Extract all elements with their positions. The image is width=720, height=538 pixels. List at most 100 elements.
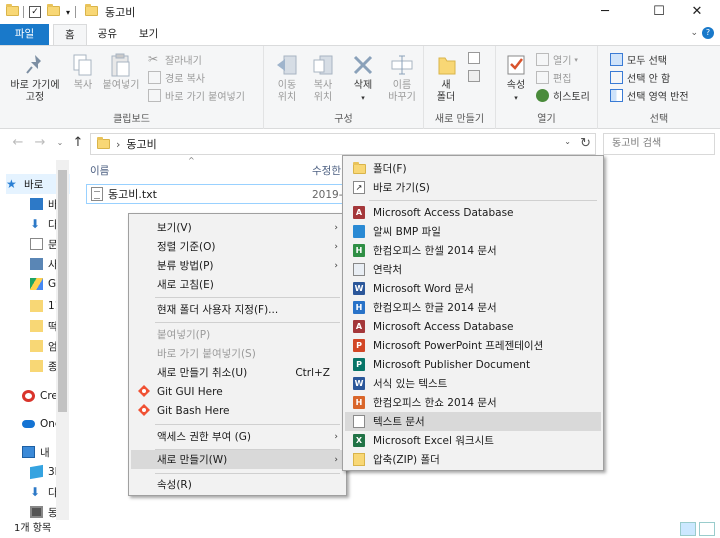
this-pc-icon xyxy=(22,446,35,458)
history-button[interactable]: 히스토리 xyxy=(536,87,590,104)
ribbon: 바로 가기에 고정 복사 붙여넣기 ✂ 잘라내기 경로 복사 바로 가기 붙여넣… xyxy=(0,45,720,129)
ribbon-expand-icon[interactable]: ⌄ xyxy=(690,28,698,38)
nav-scrollbar[interactable] xyxy=(56,160,69,520)
submenu-item-label: Microsoft Word 문서 xyxy=(373,283,474,295)
copy-button[interactable]: 복사 xyxy=(68,52,98,92)
submenu-item-hancell[interactable]: H 한컴오피스 한셀 2014 문서 xyxy=(345,241,601,260)
new-item-icon[interactable] xyxy=(468,52,480,64)
document-icon xyxy=(30,238,43,250)
submenu-item-label: Microsoft PowerPoint 프레젠테이션 xyxy=(373,340,544,352)
nav-item-this-pc[interactable]: 내 xyxy=(22,442,50,462)
properties-button[interactable]: 속성 ▾ xyxy=(500,52,532,104)
menu-item-view[interactable]: 보기(V) › xyxy=(131,218,344,237)
rename-button[interactable]: 이름 바꾸기 xyxy=(382,52,422,104)
submenu-item-zip[interactable]: 압축(ZIP) 폴더 xyxy=(345,450,601,469)
alsee-bmp-icon xyxy=(353,225,365,238)
copy-to-button[interactable]: 복사 위치 xyxy=(306,52,340,104)
select-none-button[interactable]: 선택 안 함 xyxy=(610,69,670,86)
submenu-item-folder[interactable]: 폴더(F) xyxy=(345,159,601,178)
menu-item-paste-shortcut[interactable]: 바로 가기 붙여넣기(S) xyxy=(131,344,344,363)
submenu-item-hwp[interactable]: H 한컴오피스 한글 2014 문서 xyxy=(345,298,601,317)
column-header-date[interactable]: 수정한 xyxy=(312,163,341,178)
paste-button[interactable]: 붙여넣기 xyxy=(100,52,142,92)
nav-item-folder-4[interactable]: 종 xyxy=(30,356,58,376)
nav-item-folder-3[interactable]: 엄 xyxy=(30,336,58,356)
pin-to-quick-access-button[interactable]: 바로 가기에 고정 xyxy=(4,52,66,104)
status-bar: 1개 항목 xyxy=(0,520,720,538)
tab-home[interactable]: 홈 xyxy=(53,24,87,45)
nav-item-documents[interactable]: 문 xyxy=(30,234,58,254)
submenu-item-contact[interactable]: 연락처 xyxy=(345,260,601,279)
nav-item-folder-2[interactable]: 떡 xyxy=(30,316,58,336)
copy-path-button[interactable]: 경로 복사 xyxy=(148,69,205,86)
submenu-item-powerpoint[interactable]: P Microsoft PowerPoint 프레젠테이션 xyxy=(345,336,601,355)
nav-item-downloads[interactable]: ⬇ 다 xyxy=(30,214,58,234)
forward-arrow-icon[interactable]: → xyxy=(32,135,48,151)
delete-button[interactable]: 삭제 ▾ xyxy=(346,52,380,104)
address-bar[interactable]: › 동고비 ⌄ ↻ xyxy=(90,133,596,155)
nav-item-creative-cloud[interactable]: Cre xyxy=(22,386,58,406)
refresh-icon[interactable]: ↻ xyxy=(580,136,591,151)
list-item[interactable]: 동고비.txt xyxy=(86,184,350,204)
nav-item-3d-objects[interactable]: 3I xyxy=(30,462,58,482)
select-all-button[interactable]: 모두 선택 xyxy=(610,51,667,68)
zip-folder-icon xyxy=(353,453,365,466)
invert-selection-button[interactable]: 선택 영역 반전 xyxy=(610,87,689,104)
tab-view[interactable]: 보기 xyxy=(128,24,169,45)
help-icon[interactable]: ? xyxy=(702,27,714,39)
submenu-item-text-document[interactable]: 텍스트 문서 xyxy=(345,412,601,431)
submenu-item-bmp[interactable]: 알씨 BMP 파일 xyxy=(345,222,601,241)
open-button[interactable]: 열기 ▾ xyxy=(536,51,578,68)
submenu-item-hanshow[interactable]: H 한컴오피스 한쇼 2014 문서 xyxy=(345,393,601,412)
menu-item-git-bash[interactable]: Git Bash Here xyxy=(131,401,344,420)
copy-icon xyxy=(70,52,96,78)
quick-access-dropdown-icon[interactable]: ▾ xyxy=(66,8,70,17)
nav-item-videos[interactable]: 동 xyxy=(30,502,58,520)
move-to-label-2: 위치 xyxy=(277,92,297,103)
menu-item-git-gui[interactable]: Git GUI Here xyxy=(131,382,344,401)
new-folder-button[interactable]: 새 폴더 xyxy=(428,52,464,104)
menu-item-refresh[interactable]: 새로 고침(E) xyxy=(131,275,344,294)
close-button[interactable]: ✕ xyxy=(674,0,720,24)
breadcrumb[interactable]: 동고비 xyxy=(126,136,156,152)
submenu-item-publisher[interactable]: P Microsoft Publisher Document xyxy=(345,355,601,374)
tab-share[interactable]: 공유 xyxy=(87,24,128,45)
submenu-item-shortcut[interactable]: ↗ 바로 가기(S) xyxy=(345,178,601,197)
up-arrow-icon[interactable]: ↑ xyxy=(70,135,86,151)
menu-item-give-access[interactable]: 액세스 권한 부여 (G) › xyxy=(131,427,344,446)
easy-access-icon[interactable] xyxy=(468,70,480,82)
menu-item-undo-new[interactable]: 새로 만들기 취소(U) Ctrl+Z xyxy=(131,363,344,382)
submenu-item-access-db[interactable]: A Microsoft Access Database xyxy=(345,203,601,222)
nav-item-desktop[interactable]: 바 xyxy=(30,194,58,214)
large-icons-view-icon[interactable] xyxy=(699,522,715,536)
tab-file[interactable]: 파일 xyxy=(0,24,49,45)
checkbox-properties-icon[interactable]: ✓ xyxy=(29,6,41,18)
nav-scrollbar-thumb[interactable] xyxy=(58,170,67,412)
move-to-button[interactable]: 이동 위치 xyxy=(270,52,304,104)
paste-shortcut-button[interactable]: 바로 가기 붙여넣기 xyxy=(148,87,245,104)
menu-item-sort-by[interactable]: 정렬 기준(O) › xyxy=(131,237,344,256)
nav-item-pictures[interactable]: 사 xyxy=(30,254,58,274)
recent-locations-icon[interactable]: ⌄ xyxy=(52,135,68,151)
menu-item-new[interactable]: 새로 만들기(W) › xyxy=(131,450,344,469)
back-arrow-icon[interactable]: ← xyxy=(10,135,26,151)
submenu-item-rtf[interactable]: W 서식 있는 텍스트 xyxy=(345,374,601,393)
column-header-name[interactable]: 이름 xyxy=(90,163,109,178)
nav-item-downloads-pc[interactable]: ⬇ 다 xyxy=(30,482,58,502)
new-folder-quick-icon[interactable] xyxy=(47,3,60,19)
menu-item-properties[interactable]: 속성(R) xyxy=(131,475,344,494)
details-view-icon[interactable] xyxy=(680,522,696,536)
submenu-item-access-db-2[interactable]: A Microsoft Access Database xyxy=(345,317,601,336)
cut-button[interactable]: ✂ 잘라내기 xyxy=(148,51,202,68)
menu-item-group-by[interactable]: 분류 방법(P) › xyxy=(131,256,344,275)
pictures-icon xyxy=(30,258,43,270)
menu-item-customize-folder[interactable]: 현재 폴더 사용자 지정(F)... xyxy=(131,300,344,319)
rich-text-icon: W xyxy=(353,377,365,390)
search-input[interactable]: 동고비 검색 xyxy=(603,133,715,155)
menu-item-paste[interactable]: 붙여넣기(P) xyxy=(131,325,344,344)
minimize-button[interactable]: ─ xyxy=(582,0,628,24)
edit-button[interactable]: 편집 xyxy=(536,69,571,86)
submenu-item-excel[interactable]: X Microsoft Excel 워크시트 xyxy=(345,431,601,450)
address-dropdown-icon[interactable]: ⌄ xyxy=(564,137,571,146)
submenu-item-word[interactable]: W Microsoft Word 문서 xyxy=(345,279,601,298)
